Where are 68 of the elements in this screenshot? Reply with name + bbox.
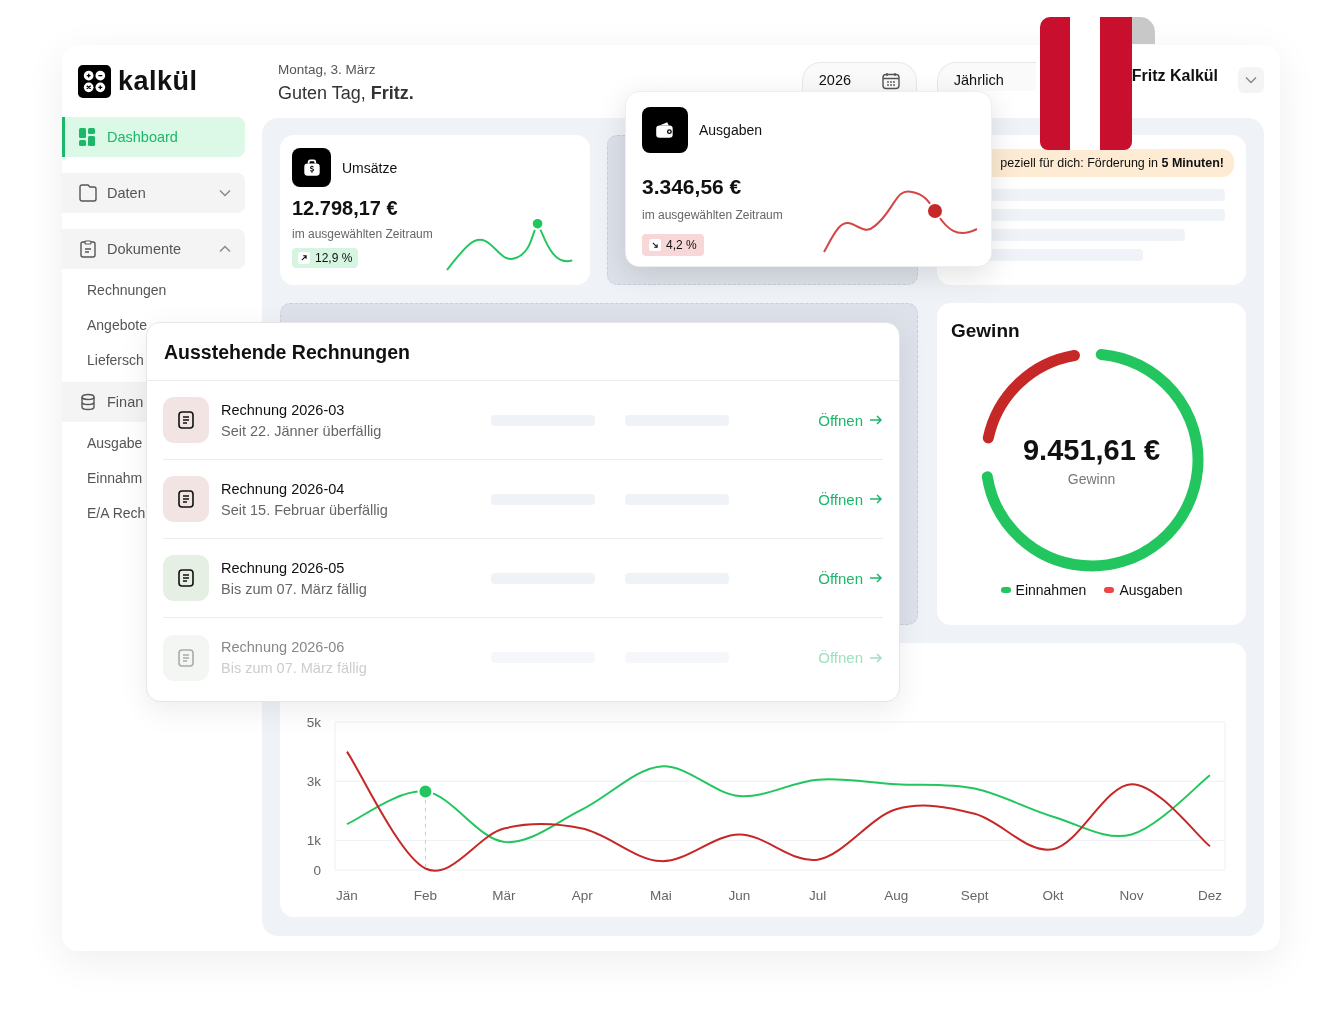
axis-label: Okt (1042, 888, 1064, 903)
clipboard-icon (79, 240, 97, 258)
legend-label: Einnahmen (1015, 582, 1087, 598)
greeting: Guten Tag, Fritz. (278, 83, 414, 104)
logo-icon (78, 65, 111, 98)
arrow-icon (869, 573, 883, 583)
kpi-value: 3.346,56 € (642, 175, 743, 199)
sidebar-subitem[interactable]: Liefersch (87, 351, 144, 370)
user-name: Fritz Kalkül (1131, 67, 1218, 85)
axis-label: Apr (571, 888, 593, 903)
sidebar-subitem[interactable]: Einnahm (87, 469, 143, 488)
axis-label: Mai (649, 888, 672, 903)
kpi-title: Ausgaben (699, 122, 763, 138)
axis-label: 1k (306, 833, 321, 849)
invoice-due: Seit 15. Februar überfällig (221, 501, 389, 518)
card-title: Gewinn (951, 320, 1020, 342)
arrow-icon (869, 652, 883, 663)
sidebar-subitem[interactable]: Ausgabe (87, 434, 143, 453)
axis-label: 0 (313, 863, 321, 878)
period-select[interactable]: Jährlich (936, 62, 1036, 91)
invoice-name: Rechnung 2026-06 (221, 639, 346, 655)
axis-label: 5k (306, 715, 321, 730)
sidebar-item[interactable]: Dokumente (62, 229, 245, 269)
legend-label: Ausgaben (1119, 582, 1183, 598)
sidebar-subitem[interactable]: Angebote (87, 316, 147, 335)
trend-badge: 12,9 % (292, 248, 359, 268)
sidebar-item[interactable]: Finan (62, 382, 146, 422)
axis-label: Feb (413, 888, 438, 903)
invoice-due: Seit 22. Jänner überfällig (221, 422, 383, 439)
card-title: Ausstehende Rechnungen (147, 323, 899, 381)
kpi-caption: im ausgewählten Zeitraum (642, 208, 784, 222)
axis-label: Aug (884, 888, 909, 903)
kpi-title: Umsätze (342, 159, 398, 176)
trend-badge: 4,2 % (642, 234, 704, 256)
profit-caption: Gewinn (1067, 470, 1116, 487)
arrow-icon (869, 415, 883, 425)
arrow-icon (869, 494, 883, 504)
coins-icon (79, 393, 97, 411)
axis-label: Jän (336, 888, 358, 903)
invoice-due: Bis zum 07. März fällig (221, 580, 368, 597)
sidebar-subitem[interactable]: Rechnungen (87, 281, 167, 300)
sidebar-item[interactable]: Daten (62, 173, 245, 213)
kpi-value: 12.798,17 € (292, 197, 399, 220)
kpi-caption: im ausgewählten Zeitraum (292, 227, 434, 241)
year-select[interactable]: 2026 (801, 62, 917, 91)
arrow-icon (298, 252, 310, 264)
axis-label: Dez (1198, 888, 1222, 903)
dashboard-icon (79, 128, 97, 146)
invoice-name: Rechnung 2026-05 (221, 559, 346, 576)
axis-label: 3k (306, 774, 321, 790)
user-menu-button[interactable] (1238, 67, 1264, 93)
invoice-name: Rechnung 2026-03 (221, 401, 346, 418)
chevron-icon (1245, 76, 1257, 84)
invoice-name: Rechnung 2026-04 (221, 480, 346, 497)
axis-label: Mär (492, 888, 516, 903)
date-text: Montag, 3. März (278, 62, 377, 77)
money-bag-icon (292, 148, 331, 187)
wallet-icon (642, 107, 688, 153)
profit-value: 9.451,61 € (1022, 433, 1161, 467)
axis-label: Jul (809, 888, 827, 903)
folder-icon (79, 184, 97, 202)
axis-label: Nov (1119, 888, 1144, 903)
logo-text: kalkül (118, 66, 198, 97)
calendar-icon (881, 72, 900, 90)
axis-label: Sept (960, 888, 989, 903)
sidebar-subitem[interactable]: E/A Rech (87, 504, 146, 523)
arrow-icon (649, 239, 661, 251)
axis-label: Jun (728, 888, 751, 903)
